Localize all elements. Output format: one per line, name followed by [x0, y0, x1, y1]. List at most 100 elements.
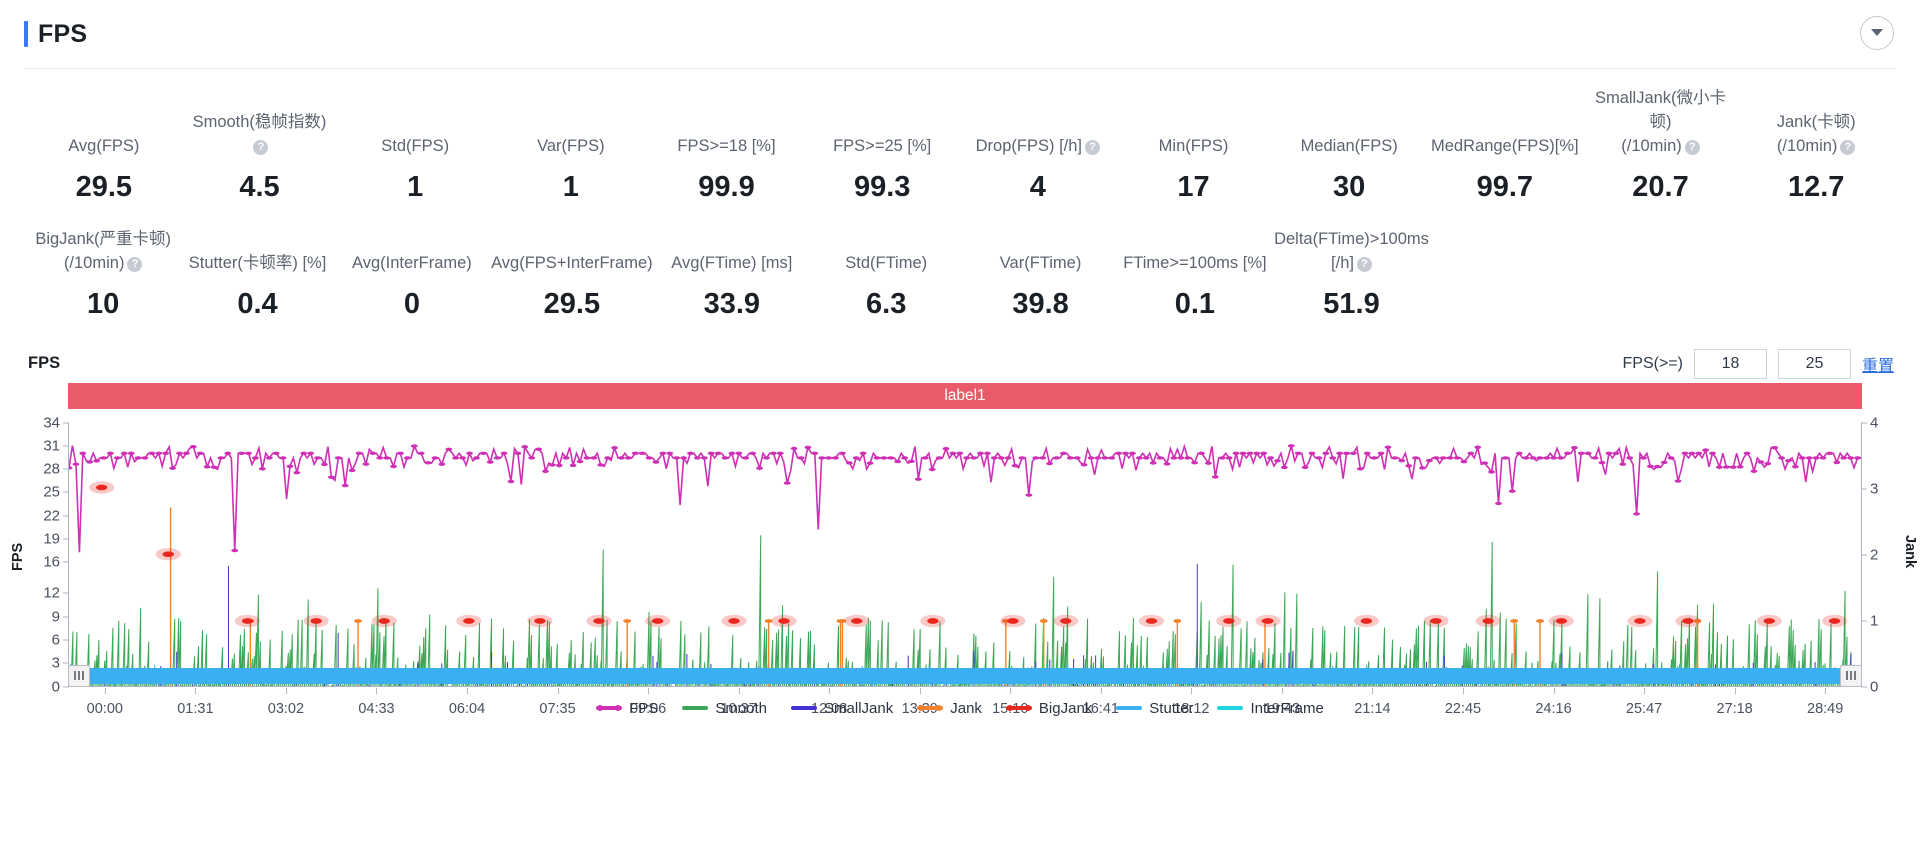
y2-axis-tick-mark — [1861, 422, 1867, 424]
legend-swatch — [917, 702, 944, 714]
metric-label: Avg(FTime) [ms] — [671, 253, 793, 272]
legend-label: InterFrame — [1250, 699, 1324, 717]
legend-label: SmallJank — [824, 699, 894, 717]
metric-label: Smooth(稳帧指数)? — [192, 112, 327, 155]
title-accent-bar — [24, 21, 28, 47]
help-icon[interactable]: ? — [1085, 139, 1100, 155]
y2-axis-tick-mark — [1861, 488, 1867, 490]
range-handle-right[interactable] — [1840, 664, 1862, 687]
metric-cell: Avg(InterFrame) 0 — [335, 252, 489, 319]
legend-item[interactable]: Stutter — [1116, 700, 1193, 717]
y-axis-tick-mark — [63, 422, 69, 424]
metric-cell: Var(FPS) 1 — [493, 135, 649, 202]
y-axis-tick-label: 9 — [51, 608, 60, 626]
collapse-panel-button[interactable] — [1860, 16, 1894, 50]
y-axis-tick-mark — [63, 616, 69, 618]
y-axis-tick-mark — [63, 468, 69, 470]
legend-item[interactable]: BigJank — [1005, 699, 1093, 717]
y-axis-tick-label: 16 — [43, 553, 60, 571]
metric-cell: Smooth(稳帧指数)? 4.5 — [182, 111, 338, 202]
fps-threshold-1-input[interactable] — [1693, 348, 1767, 379]
metric-cell: FTime>=100ms [%] 0.1 — [1118, 252, 1272, 319]
metric-cell: Std(FTime) 6.3 — [809, 252, 963, 319]
range-handle-left[interactable] — [68, 664, 90, 687]
x-axis-tick-mark — [1553, 687, 1555, 694]
help-icon[interactable]: ? — [1684, 139, 1700, 155]
x-axis-tick-mark — [467, 687, 468, 694]
help-icon[interactable]: ? — [1356, 256, 1372, 272]
metric-value: 0.4 — [237, 287, 278, 320]
x-axis-tick-mark — [1191, 687, 1193, 694]
y-axis-tick-label: 6 — [51, 631, 60, 649]
chart-canvas — [69, 443, 1861, 687]
metric-cell: Var(FTime) 39.8 — [963, 252, 1117, 319]
metric-cell: Median(FPS) 30 — [1271, 135, 1427, 202]
metric-label: SmallJank(微小卡顿) (/10min)? — [1594, 89, 1727, 155]
metric-label: Avg(FPS+InterFrame) — [491, 253, 653, 272]
y-axis-tick-label: 34 — [43, 414, 60, 432]
metric-value: 99.7 — [1476, 170, 1534, 203]
scene-label-band[interactable]: label1 — [68, 382, 1862, 409]
metric-value: 99.3 — [853, 170, 911, 203]
metric-cell: SmallJank(微小卡顿) (/10min)? 20.7 — [1583, 87, 1739, 202]
x-axis-tick-mark — [195, 687, 197, 694]
metric-cell: Jank(卡顿) (/10min)? 12.7 — [1738, 111, 1894, 202]
y2-axis-tick-label: 3 — [1870, 480, 1879, 498]
metric-value: 33.9 — [703, 287, 761, 320]
metric-label: Stutter(卡顿率) [%] — [188, 253, 327, 272]
chart-threshold-controls: FPS(>=) 重置 — [1623, 348, 1894, 379]
fps-chart-block: FPS FPS(>=) 重置 label1 FPS Jank 036912161… — [0, 348, 1920, 723]
x-axis-tick-mark — [738, 687, 740, 694]
time-range-scrollbar[interactable] — [68, 664, 1862, 687]
metric-value: 99.9 — [698, 170, 755, 203]
y2-axis-tick-mark — [1861, 620, 1867, 622]
help-icon[interactable]: ? — [127, 256, 143, 272]
x-axis-tick-mark — [376, 687, 378, 694]
help-icon[interactable]: ? — [253, 139, 269, 155]
legend-swatch — [1005, 702, 1032, 714]
metric-value: 1 — [562, 170, 579, 203]
y-axis-tick-label: 31 — [43, 437, 60, 455]
metric-cell: Std(FPS) 1 — [337, 135, 493, 202]
help-icon[interactable]: ? — [1840, 139, 1856, 155]
x-axis-tick-mark — [1281, 687, 1283, 694]
fps-threshold-2-input[interactable] — [1777, 348, 1851, 379]
reset-link[interactable]: 重置 — [1862, 352, 1894, 376]
x-axis-tick-mark — [285, 687, 287, 694]
legend-item[interactable]: Smooth — [682, 700, 767, 717]
metric-cell: FPS>=25 [%] 99.3 — [804, 135, 960, 202]
legend-swatch — [791, 702, 818, 714]
chart-legend: FPS Smooth SmallJank Jank BigJank Stutter Inte… — [0, 700, 1920, 717]
y-axis-tick-label: 19 — [43, 530, 60, 548]
metric-label: Std(FPS) — [381, 136, 450, 155]
metric-cell: Min(FPS) 17 — [1116, 135, 1272, 202]
chart-toolbar: FPS FPS(>=) 重置 — [0, 348, 1920, 379]
x-axis-tick-mark — [648, 687, 650, 694]
legend-item[interactable]: Jank — [917, 700, 982, 717]
metric-value: 4.5 — [239, 170, 280, 203]
metric-cell: Avg(FPS) 29.5 — [26, 135, 182, 202]
fps-report-page: FPS Avg(FPS) 29.5 Smooth(稳帧指数)? 4.5 Std(FPS)… — [0, 0, 1920, 855]
metric-value: 51.9 — [1323, 287, 1380, 320]
y2-axis-tick-label: 2 — [1870, 546, 1879, 564]
range-track[interactable] — [68, 667, 1862, 684]
metric-value: 29.5 — [75, 170, 133, 203]
metric-label: Jank(卡顿) (/10min)? — [1776, 112, 1856, 155]
metric-cell: Stutter(卡顿率) [%] 0.4 — [180, 252, 334, 319]
metric-label: Median(FPS) — [1300, 136, 1398, 155]
y-axis-tick-label: 25 — [43, 483, 60, 501]
chart-title: FPS — [28, 354, 61, 373]
legend-label: Jank — [950, 699, 982, 717]
metric-cell: Avg(FTime) [ms] 33.9 — [655, 252, 809, 319]
legend-swatch — [1116, 702, 1143, 714]
plot-area[interactable]: 0 3 6 9 12 16 19 22 25 28 31 34 0 1 2 3 4 00:00 01:31 03:02… — [43, 414, 1878, 717]
legend-item[interactable]: InterFrame — [1217, 699, 1324, 717]
legend-item[interactable]: SmallJank — [791, 700, 893, 717]
metric-label: BigJank(严重卡顿) (/10min)? — [35, 229, 172, 272]
metric-cell: Avg(FPS+InterFrame) 29.5 — [489, 252, 655, 319]
legend-label: BigJank — [1038, 699, 1093, 717]
metric-value: 1 — [407, 170, 424, 203]
legend-item[interactable]: FPS — [596, 700, 658, 717]
y2-axis-tick-label: 0 — [1870, 678, 1879, 696]
legend-label: Stutter — [1149, 699, 1194, 717]
